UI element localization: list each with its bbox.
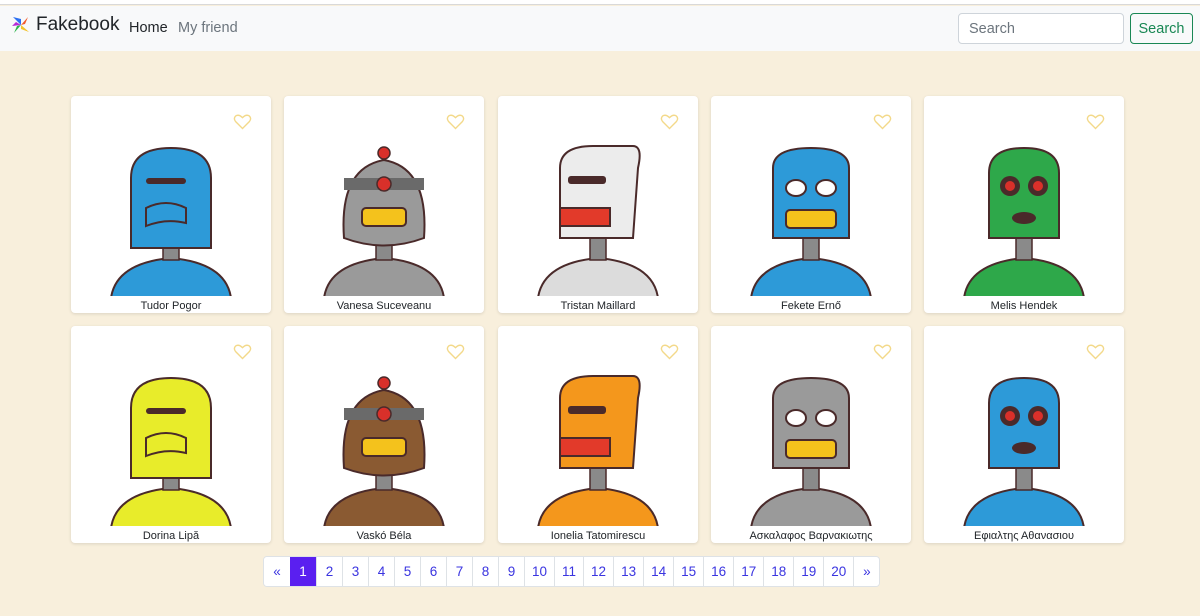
heart-icon[interactable]	[233, 113, 252, 130]
pagination: «1 2 3 4 5 6 7 8 9 10 11 12 13 14 15 16 17 18 19 20»	[263, 556, 881, 587]
robot-avatar-icon	[963, 376, 1085, 526]
robot-avatar-icon	[537, 375, 659, 526]
friend-name: Fekete Ernő	[781, 300, 841, 312]
pagination-page-15[interactable]: 15	[673, 557, 704, 586]
heart-icon[interactable]	[873, 343, 892, 360]
pagination-page-6[interactable]: 6	[420, 557, 446, 586]
robot-avatar-icon	[323, 146, 445, 296]
friend-name: Melis Hendek	[990, 300, 1058, 312]
friend-card[interactable]: Tudor Pogor	[71, 96, 271, 313]
navbar: Fakebook Home My friend Search	[0, 6, 1200, 51]
friend-name: Vaskó Béla	[356, 530, 412, 542]
pagination-page-11[interactable]: 11	[554, 557, 584, 586]
pagination-page-2[interactable]: 2	[316, 557, 342, 586]
pagination-page-14[interactable]: 14	[643, 557, 674, 586]
pagination-page-5[interactable]: 5	[394, 557, 420, 586]
pagination-page-9[interactable]: 9	[498, 557, 524, 586]
pagination-page-10[interactable]: 10	[524, 557, 555, 586]
friend-card[interactable]: Dorina Lipă	[71, 326, 271, 543]
heart-icon[interactable]	[1086, 113, 1105, 130]
nav-my-friend-link[interactable]: My friend	[178, 20, 238, 36]
pagination-page-1[interactable]: 1	[290, 557, 316, 586]
pagination-page-16[interactable]: 16	[703, 557, 734, 586]
friend-card[interactable]: Vanesa Suceveanu	[284, 96, 484, 313]
pinwheel-logo-icon	[12, 17, 29, 33]
robot-avatar-icon	[750, 146, 872, 296]
friend-name: Tudor Pogor	[140, 300, 202, 312]
robot-avatar-icon	[323, 376, 445, 526]
friend-name: Dorina Lipă	[142, 530, 200, 542]
pagination-page-7[interactable]: 7	[446, 557, 472, 586]
friend-card[interactable]: Tristan Maillard	[498, 96, 698, 313]
brand-name: Fakebook	[36, 14, 120, 35]
friend-name: Ασκαλαφος Βαρνακιωτης	[749, 530, 873, 542]
pagination-page-19[interactable]: 19	[793, 557, 824, 586]
friend-card[interactable]: Ασκαλαφος Βαρνακιωτης	[711, 326, 911, 543]
friend-name: Tristan Maillard	[560, 300, 636, 312]
pagination-page-3[interactable]: 3	[342, 557, 368, 586]
pagination-page-12[interactable]: 12	[583, 557, 614, 586]
robot-avatar-icon	[963, 146, 1085, 296]
friend-card[interactable]: Vaskó Béla	[284, 326, 484, 543]
pagination-page-20[interactable]: 20	[823, 557, 854, 586]
robot-avatar-icon	[110, 146, 232, 296]
heart-icon[interactable]	[1086, 343, 1105, 360]
heart-icon[interactable]	[873, 113, 892, 130]
nav-home-link[interactable]: Home	[129, 20, 168, 36]
friend-card[interactable]: Melis Hendek	[924, 96, 1124, 313]
pagination-page-18[interactable]: 18	[763, 557, 794, 586]
friend-name: Εφιαλτης Αθανασιου	[973, 530, 1075, 542]
pagination-page-13[interactable]: 13	[613, 557, 644, 586]
search-button[interactable]: Search	[1130, 13, 1193, 44]
friend-name: Ionelia Tatomirescu	[550, 530, 646, 542]
pagination-page-4[interactable]: 4	[368, 557, 394, 586]
robot-avatar-icon	[537, 145, 659, 296]
heart-icon[interactable]	[660, 343, 679, 360]
friend-card[interactable]: Εφιαλτης Αθανασιου	[924, 326, 1124, 543]
robot-avatar-icon	[110, 376, 232, 526]
heart-icon[interactable]	[660, 113, 679, 130]
robot-avatar-icon	[750, 376, 872, 526]
friend-card[interactable]: Fekete Ernő	[711, 96, 911, 313]
friend-card[interactable]: Ionelia Tatomirescu	[498, 326, 698, 543]
pagination-page-17[interactable]: 17	[733, 557, 764, 586]
heart-icon[interactable]	[446, 343, 465, 360]
top-border	[0, 0, 1200, 5]
pagination-prev-button[interactable]: «	[264, 557, 290, 586]
brand[interactable]: Fakebook	[10, 14, 119, 36]
pagination-page-8[interactable]: 8	[472, 557, 498, 586]
heart-icon[interactable]	[446, 113, 465, 130]
pagination-next-button[interactable]: »	[853, 557, 880, 586]
heart-icon[interactable]	[233, 343, 252, 360]
search-input[interactable]	[958, 13, 1124, 44]
friend-name: Vanesa Suceveanu	[336, 300, 432, 312]
